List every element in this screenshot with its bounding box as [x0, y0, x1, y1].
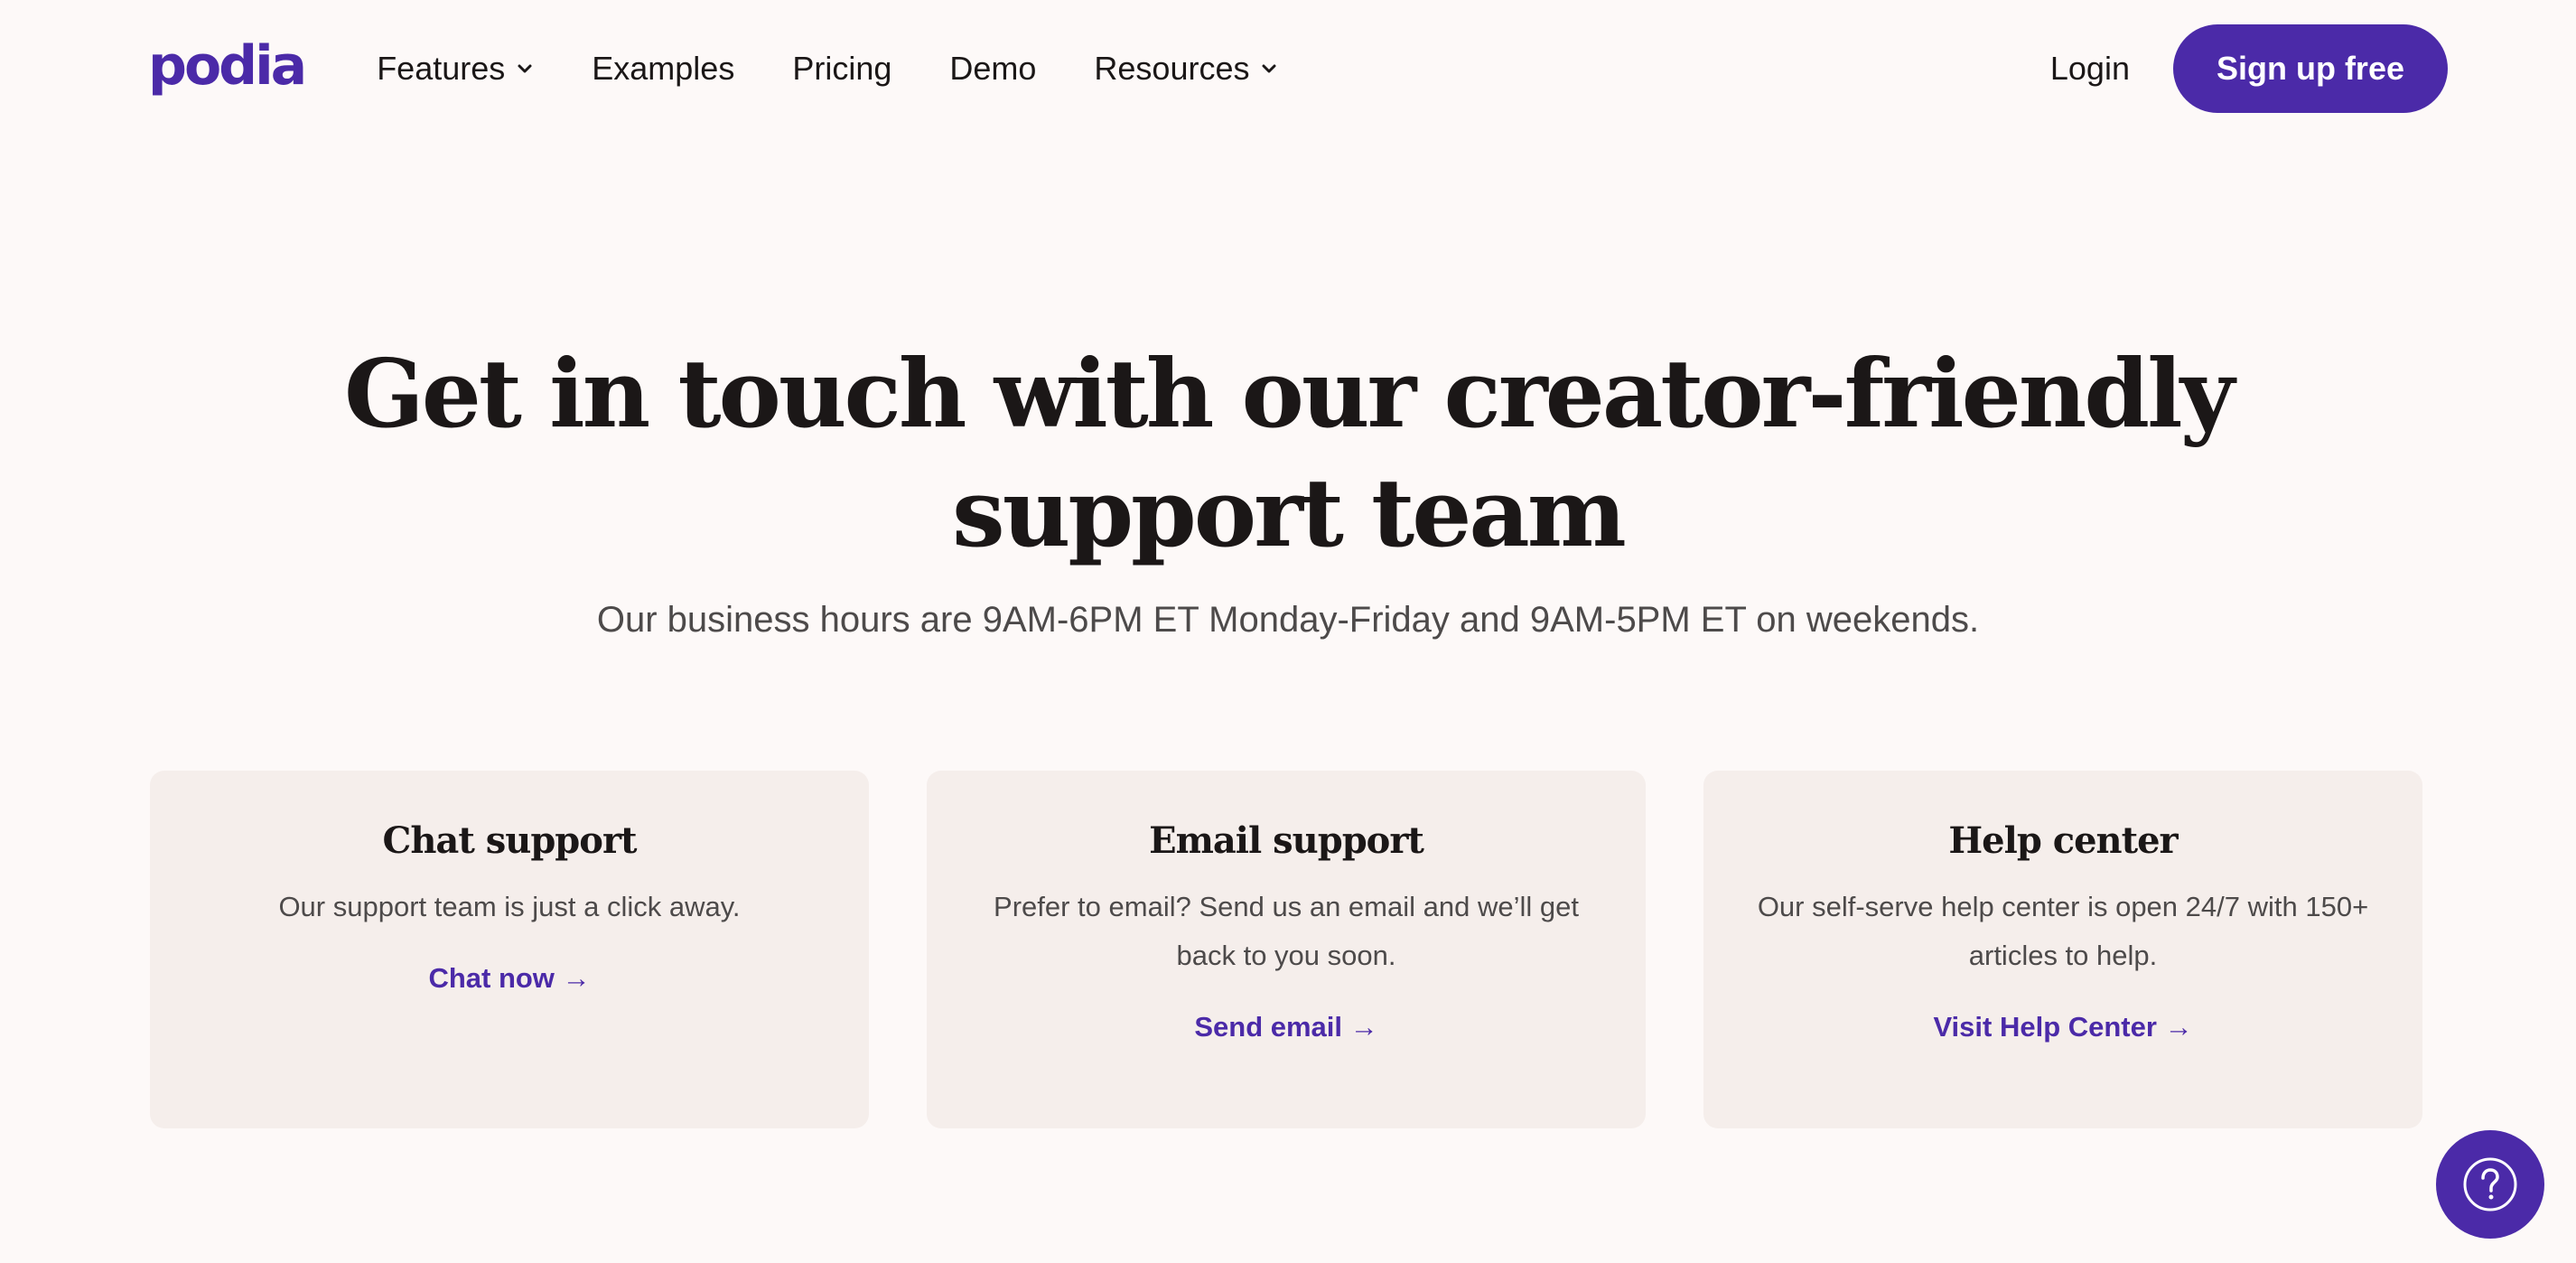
main-nav: Features Examples Pricing Demo Resources	[377, 50, 1336, 88]
nav-features-label: Features	[377, 50, 506, 87]
business-hours-text: Our business hours are 9AM-6PM ET Monday…	[596, 600, 1980, 640]
hero-title-line2: support team	[952, 457, 1627, 568]
nav-demo-label: Demo	[949, 50, 1037, 87]
nav-examples-label: Examples	[592, 50, 735, 87]
card-title: Email support	[1149, 819, 1424, 862]
card-title: Chat support	[382, 819, 637, 862]
card-title: Help center	[1948, 819, 2178, 862]
visit-help-center-link[interactable]: Visit Help Center →	[1933, 1011, 2192, 1043]
hero-title: Get in touch with our creator-friendly s…	[0, 334, 2576, 573]
support-options: Chat support Our support team is just a …	[150, 771, 2422, 1128]
question-mark-icon	[2463, 1157, 2517, 1212]
nav-pricing[interactable]: Pricing	[792, 50, 891, 88]
nav-resources[interactable]: Resources	[1094, 50, 1278, 88]
chevron-down-icon	[1262, 64, 1276, 73]
login-link[interactable]: Login	[2050, 50, 2130, 88]
help-widget-button[interactable]	[2436, 1130, 2544, 1239]
help-center-card: Help center Our self-serve help center i…	[1703, 771, 2422, 1128]
chevron-down-icon	[518, 64, 532, 73]
nav-resources-label: Resources	[1094, 50, 1250, 87]
nav-features[interactable]: Features	[377, 50, 534, 88]
header-actions: Login Sign up free	[2050, 24, 2448, 113]
card-description: Our self-serve help center is open 24/7 …	[1757, 891, 2369, 971]
send-email-link[interactable]: Send email →	[1194, 1011, 1377, 1043]
hero-title-line1: Get in touch with our creator-friendly	[343, 338, 2235, 449]
site-header: podia Features Examples Pricing Demo Res…	[0, 0, 2576, 137]
page: podia Features Examples Pricing Demo Res…	[0, 0, 2576, 1263]
chat-now-link[interactable]: Chat now →	[428, 962, 590, 995]
nav-examples[interactable]: Examples	[592, 50, 734, 88]
sign-up-button[interactable]: Sign up free	[2172, 24, 2448, 113]
nav-demo[interactable]: Demo	[949, 50, 1036, 88]
card-description: Our support team is just a click away.	[278, 891, 741, 922]
podia-logo[interactable]: podia	[148, 39, 307, 93]
card-description: Prefer to email? Send us an email and we…	[994, 891, 1579, 971]
email-support-card: Email support Prefer to email? Send us a…	[927, 771, 1646, 1128]
chat-support-card: Chat support Our support team is just a …	[150, 771, 869, 1128]
nav-pricing-label: Pricing	[792, 50, 892, 87]
